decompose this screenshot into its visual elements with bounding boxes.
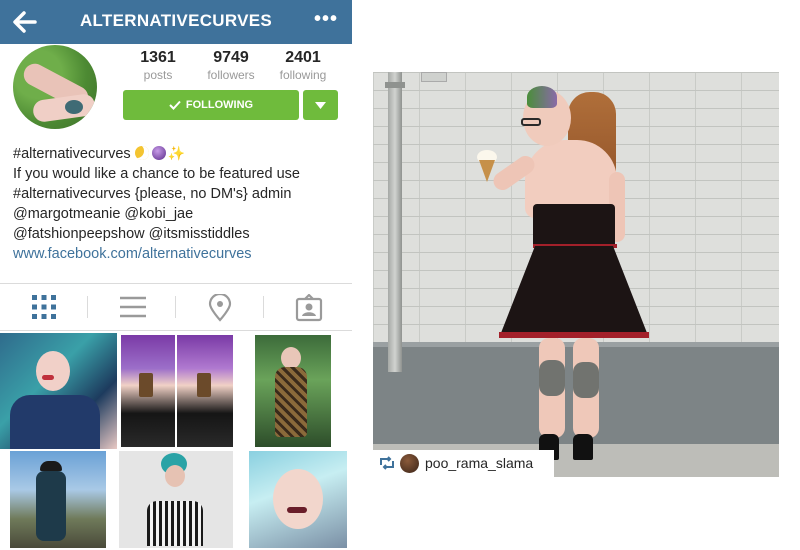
follow-options-dropdown-button[interactable] [303,90,338,120]
profile-avatar[interactable] [13,45,97,129]
photo-thumbnail[interactable] [235,333,352,449]
bio-line: If you would like a chance to be feature… [13,166,300,182]
bio-line: @margotmeanie @kobi_jae [13,206,194,222]
posts-stat: 1361 posts [123,49,193,82]
profile-username-title: ALTERNATIVECURVES [79,11,273,30]
moon-emoji-icon [134,146,149,160]
followers-label: followers [207,68,255,82]
tab-tagged-photos[interactable] [264,284,352,330]
posts-count: 1361 [140,49,176,66]
checkmark-icon [169,100,181,110]
following-count: 2401 [285,49,321,66]
tab-list-view[interactable] [88,284,176,330]
bio-line: @fatshionpeepshow @itsmisstiddles [13,226,250,242]
following-button[interactable]: FOLLOWING [123,90,299,120]
location-pin-icon [208,294,232,322]
posts-label: posts [143,68,173,82]
more-options-icon[interactable]: ••• [314,8,338,31]
followers-stat[interactable]: 9749 followers [196,49,266,82]
grid-view-icon [32,295,56,319]
tab-grid-view[interactable] [0,284,88,330]
profile-view-tabs [0,283,352,331]
repost-username: poo_rama_slama [425,455,534,471]
repost-icon [380,456,394,470]
profile-display-name: #alternativecurves [13,146,131,162]
chevron-down-icon [315,102,326,109]
tagged-photos-icon [295,294,323,322]
bio-website-link[interactable]: www.facebook.com/alternativecurves [13,244,348,264]
followers-count: 9749 [213,49,249,66]
photo-thumbnail[interactable] [117,449,235,550]
following-button-label: FOLLOWING [185,99,254,111]
photo-thumbnail[interactable] [0,333,117,449]
tab-photo-map[interactable] [176,284,264,330]
photo-grid [0,333,352,550]
profile-bio: #alternativecurves ✨ If you would like a … [13,143,348,264]
crystal-ball-emoji-icon [151,146,166,160]
list-view-icon [120,296,146,318]
following-label: following [279,68,327,82]
photo-thumbnail[interactable] [235,449,352,550]
bio-line: #alternativecurves {please, no DM's} adm… [13,186,292,202]
profile-screen: ALTERNATIVECURVES ••• 1361 posts 9749 fo… [0,0,352,550]
photo-thumbnail[interactable] [117,333,235,449]
following-stat[interactable]: 2401 following [268,49,338,82]
featured-post-photo[interactable] [373,72,779,477]
repost-credit[interactable]: poo_rama_slama [373,450,554,477]
repost-user-avatar [400,454,419,473]
photo-thumbnail[interactable] [0,449,117,550]
sparkles-emoji-icon: ✨ [167,145,186,161]
top-bar: ALTERNATIVECURVES ••• [0,0,352,44]
